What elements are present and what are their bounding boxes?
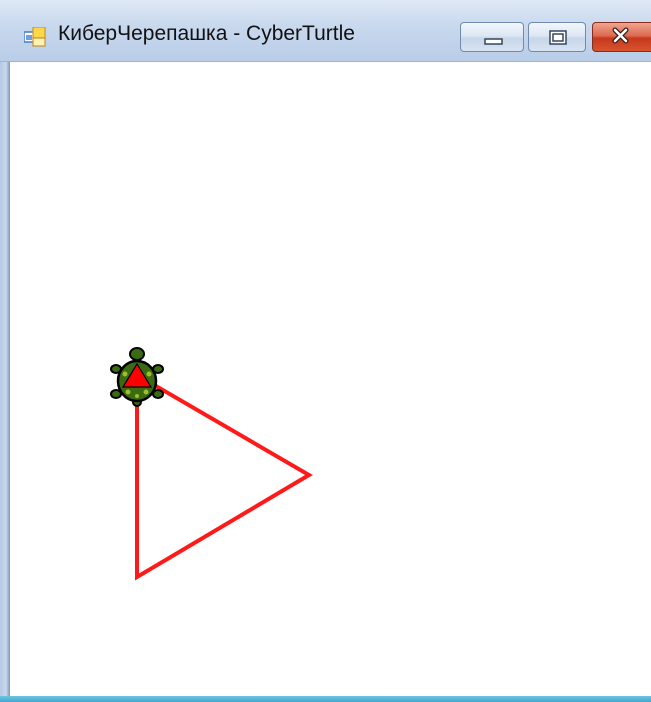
close-button[interactable] [592,22,651,52]
window-frame-left[interactable] [0,62,10,702]
minimize-icon [484,38,503,45]
app-window: КиберЧерепашка - CyberTurtle [0,0,651,702]
maximize-button[interactable] [528,22,586,52]
drawing-canvas [10,62,651,696]
close-icon [612,27,629,44]
app-icon[interactable] [24,27,46,47]
window-frame-bottom[interactable] [0,696,651,702]
title-bar[interactable]: КиберЧерепашка - CyberTurtle [0,0,651,62]
minimize-button[interactable] [460,22,524,52]
turtle-path [135,373,313,581]
turtle-sprite [110,347,164,407]
window-title: КиберЧерепашка - CyberTurtle [58,22,355,45]
turtle-canvas [110,347,313,581]
maximize-icon [549,30,567,45]
